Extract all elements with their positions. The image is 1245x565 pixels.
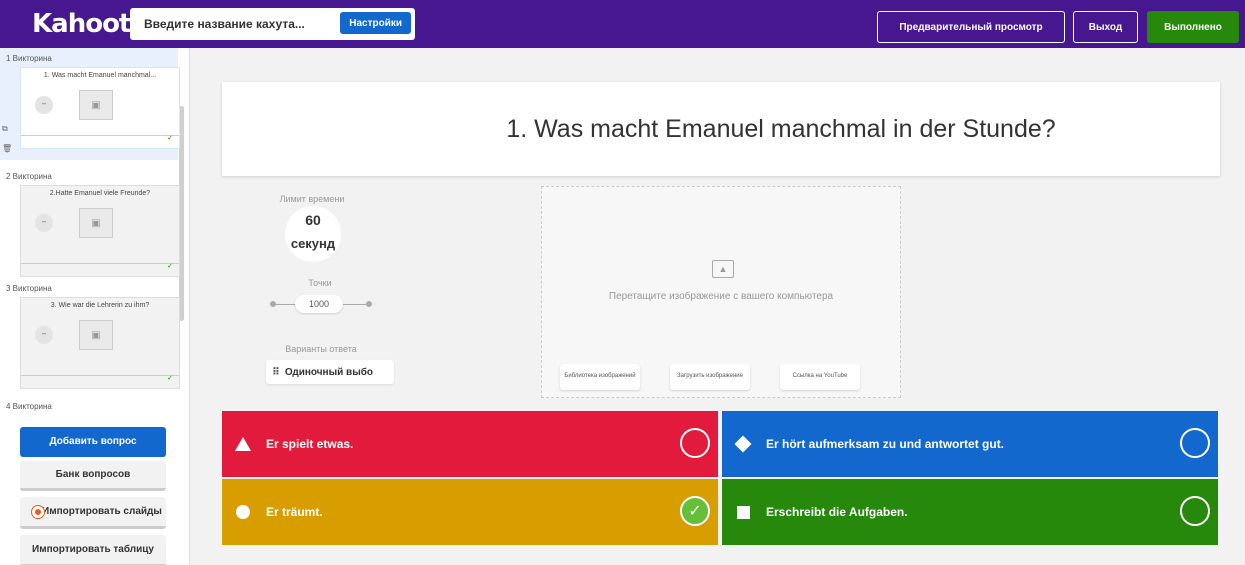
settings-button[interactable]: Настройки bbox=[340, 12, 411, 34]
slide-question-preview: 3. Wie war die Lehrerin zu ihm? bbox=[50, 302, 150, 309]
question-bank-button[interactable]: Банк вопросов bbox=[20, 461, 166, 491]
title-input-text: Введите название кахута... bbox=[144, 17, 305, 31]
mini-check-icon: ✓ bbox=[167, 375, 173, 382]
answer-type-value: Одиночный выбо bbox=[284, 366, 374, 378]
answer-options-label: Варианты ответа bbox=[285, 344, 357, 354]
image-library-button[interactable]: Библиотека изображений bbox=[560, 364, 640, 390]
answer-option-4[interactable]: Erschreibt die Aufgaben. bbox=[722, 479, 1218, 545]
powerpoint-icon bbox=[32, 506, 44, 518]
time-limit-value: 60 bbox=[305, 212, 321, 228]
question-text: 1. Was macht Emanuel manchmal in der Stu… bbox=[506, 114, 1056, 143]
points-value: 1000 bbox=[295, 295, 343, 313]
points-min-dot bbox=[270, 301, 276, 307]
time-limit-selector[interactable]: 60 секунд bbox=[285, 206, 341, 262]
answer-option-2[interactable]: Er hört aufmerksam zu und antwortet gut. bbox=[722, 411, 1218, 477]
slide-item-1[interactable]: 1 Викторина 1. Was macht Emanuel manchma… bbox=[6, 54, 180, 149]
slide-thumbnail[interactable]: 2.Hatte Emanuel viele Freunde? •• ▣ ✓ bbox=[20, 185, 180, 277]
image-placeholder-icon: ▲ bbox=[712, 260, 734, 278]
import-slides-label: Импортировать слайды bbox=[42, 505, 162, 517]
slide-item-4[interactable]: 4 Викторина bbox=[6, 402, 174, 415]
time-limit-unit: секунд bbox=[290, 236, 336, 251]
youtube-link-button[interactable]: Ссылка на YouTube bbox=[780, 364, 860, 390]
answer-option-1[interactable]: Er spielt etwas. bbox=[222, 411, 718, 477]
mini-timer-icon: •• bbox=[35, 96, 53, 114]
slide-thumbnail[interactable]: 3. Wie war die Lehrerin zu ihm? •• ▣ ✓ bbox=[20, 297, 180, 389]
time-limit-label: Лимит времени bbox=[279, 194, 345, 204]
mini-answers bbox=[21, 375, 179, 376]
mini-image-icon: ▣ bbox=[79, 90, 113, 120]
slide-thumbnail[interactable]: 1. Was macht Emanuel manchmal... •• ▣ ✓ bbox=[20, 67, 180, 149]
mini-timer-icon: •• bbox=[35, 214, 53, 232]
drop-instructions: Перетащите изображение с вашего компьюте… bbox=[608, 291, 834, 302]
upload-image-button[interactable]: Загрузить изображение bbox=[670, 364, 750, 390]
answer-text: Er spielt etwas. bbox=[266, 437, 354, 451]
mini-timer-icon: •• bbox=[35, 326, 53, 344]
mini-image-icon: ▣ bbox=[79, 208, 113, 238]
slide-label: 3 Викторина bbox=[6, 284, 52, 293]
mini-check-icon: ✓ bbox=[167, 263, 173, 270]
duplicate-icon[interactable]: ⧉ bbox=[2, 124, 8, 134]
grid-icon: ⠿ bbox=[272, 366, 280, 378]
correct-toggle[interactable] bbox=[1180, 496, 1210, 526]
points-max-dot bbox=[366, 301, 372, 307]
kahoot-title-input[interactable]: Введите название кахута... Настройки bbox=[130, 8, 415, 40]
preview-button[interactable]: Предварительный просмотр bbox=[877, 11, 1065, 43]
mini-image-icon: ▣ bbox=[79, 320, 113, 350]
import-table-button[interactable]: Импортировать таблицу bbox=[20, 535, 166, 565]
mini-answers bbox=[21, 263, 179, 264]
correct-toggle[interactable] bbox=[680, 428, 710, 458]
checkmark-icon: ✓ bbox=[688, 503, 702, 520]
points-slider[interactable]: 1000 bbox=[270, 294, 372, 314]
diamond-icon bbox=[734, 435, 752, 453]
kahoot-logo[interactable]: Kahoot! bbox=[32, 9, 142, 39]
slide-label: 1 Викторина bbox=[6, 54, 52, 63]
square-icon bbox=[734, 503, 752, 521]
mini-check-icon: ✓ bbox=[167, 135, 173, 142]
answer-text: Er träumt. bbox=[266, 505, 323, 519]
triangle-icon bbox=[234, 435, 252, 453]
import-slides-button[interactable]: Импортировать слайды bbox=[20, 497, 166, 529]
slide-question-preview: 1. Was macht Emanuel manchmal... bbox=[43, 72, 157, 79]
slide-question-preview: 2.Hatte Emanuel viele Freunde? bbox=[49, 190, 151, 197]
circle-icon bbox=[234, 503, 252, 521]
slide-item-2[interactable]: 2 Викторина 2.Hatte Emanuel viele Freund… bbox=[6, 172, 180, 277]
correct-toggle-checked[interactable]: ✓ bbox=[680, 496, 710, 526]
image-dropzone[interactable]: ▲ Перетащите изображение с вашего компью… bbox=[541, 186, 901, 398]
answer-type-dropdown[interactable]: ⠿ Одиночный выбо bbox=[266, 360, 394, 384]
mini-answers bbox=[21, 135, 179, 136]
done-button[interactable]: Выполнено bbox=[1147, 11, 1239, 43]
slide-label: 4 Викторина bbox=[6, 402, 52, 411]
answer-text: Erschreibt die Aufgaben. bbox=[766, 505, 908, 519]
add-question-button[interactable]: Добавить вопрос bbox=[20, 427, 166, 457]
exit-button[interactable]: Выход bbox=[1073, 11, 1138, 43]
answer-text: Er hört aufmerksam zu und antwortet gut. bbox=[766, 437, 1005, 451]
question-input[interactable]: 1. Was macht Emanuel manchmal in der Stu… bbox=[222, 82, 1220, 176]
delete-icon[interactable]: 🗑 bbox=[2, 144, 12, 153]
correct-toggle[interactable] bbox=[1180, 428, 1210, 458]
slide-item-3[interactable]: 3 Викторина 3. Wie war die Lehrerin zu i… bbox=[6, 284, 180, 389]
slide-label: 2 Викторина bbox=[6, 172, 52, 181]
top-bar: Kahoot! Введите название кахута... Настр… bbox=[0, 0, 1245, 48]
answer-option-3[interactable]: Er träumt. ✓ bbox=[222, 479, 718, 545]
slide-sidebar: 1 Викторина 1. Was macht Emanuel manchma… bbox=[0, 48, 190, 565]
points-label: Точки bbox=[308, 278, 332, 288]
